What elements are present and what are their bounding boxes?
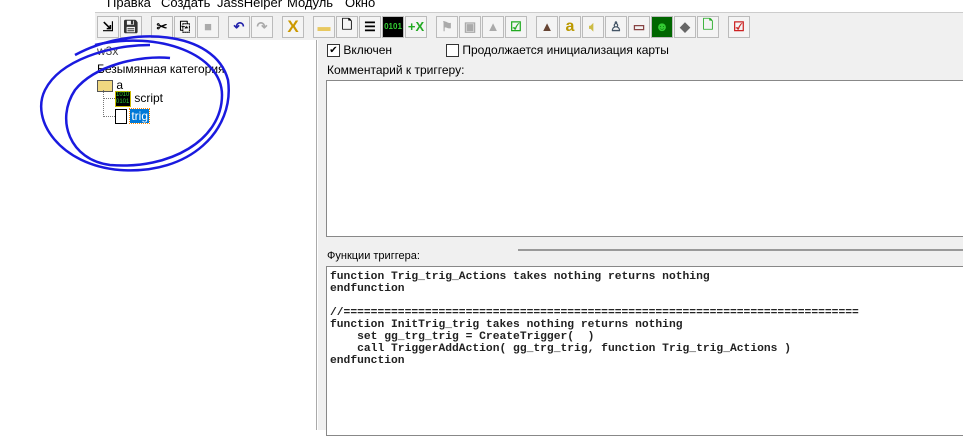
new-comment-icon[interactable]: ☰ — [359, 15, 381, 38]
trigger-panel: ✔ Включен Продолжается инициализация кар… — [318, 40, 963, 436]
functions-label: Функции триггера: — [327, 250, 420, 262]
menu-edit[interactable]: Правка — [107, 0, 151, 10]
init-checkbox[interactable]: Продолжается инициализация карты — [446, 43, 669, 58]
code-line: set gg_trg_trig = CreateTrigger( ) — [330, 331, 595, 343]
object-editor-icon[interactable]: a — [559, 15, 581, 38]
splitter[interactable] — [518, 249, 963, 251]
enabled-checkbox[interactable]: ✔ Включен — [327, 43, 393, 58]
validate-icon[interactable]: ☑ — [728, 15, 750, 38]
ai-icon[interactable]: ☻ — [651, 15, 673, 38]
disabled-icon[interactable]: ▲ — [482, 15, 504, 38]
checkbox-unchecked[interactable] — [446, 44, 459, 58]
export-icon[interactable]: 🗋︎ — [697, 15, 719, 38]
paste-icon[interactable]: ■ — [197, 15, 219, 38]
tree-item-trig[interactable]: trig — [115, 108, 150, 125]
save-icon[interactable]: 💾︎ — [120, 15, 142, 38]
code-text: function Trig_trig_Actions takes nothing… — [330, 271, 962, 367]
tree-root[interactable]: w3x — [97, 44, 118, 58]
code-line: call TriggerAddAction( gg_trg_trig, func… — [330, 343, 791, 355]
flag-icon[interactable]: ⚑ — [436, 15, 458, 38]
terrain-icon[interactable]: ▲ — [536, 15, 558, 38]
comment-label: Комментарий к триггеру: — [327, 63, 465, 77]
code-line: function Trig_trig_Actions takes nothing… — [330, 271, 710, 283]
undo-icon[interactable]: ↶ — [228, 15, 250, 38]
new-script-icon[interactable]: 0101 — [382, 15, 404, 38]
tree-category[interactable]: Безымянная категория — [97, 62, 225, 76]
cut-icon[interactable]: ✂ — [151, 15, 173, 38]
init-label: Продолжается инициализация карты — [462, 43, 669, 57]
folder-label: a — [116, 78, 124, 92]
code-line: endfunction — [330, 355, 405, 367]
test-map-icon[interactable]: ▣ — [459, 15, 481, 38]
trigger-tree: w3x Безымянная категория a 1010 0101 scr… — [95, 40, 317, 430]
checklist-icon[interactable]: ☑ — [505, 15, 527, 38]
menu-window[interactable]: Окно — [345, 0, 375, 10]
menu-bar: Правка Создать JassHelper Модуль Окно — [0, 0, 963, 11]
campaign-icon[interactable]: ▭ — [628, 15, 650, 38]
script-icon: 1010 0101 — [115, 91, 131, 107]
menu-create[interactable]: Создать — [161, 0, 210, 10]
new-variable-icon[interactable]: +X — [405, 15, 427, 38]
code-line: function InitTrig_trig takes nothing ret… — [330, 319, 683, 331]
code-line: endfunction — [330, 283, 405, 295]
menu-jasshelper[interactable]: JassHelper — [217, 0, 282, 10]
trigger-icon — [115, 109, 127, 125]
unit-icon[interactable]: ♙ — [605, 15, 627, 38]
new-trigger-icon[interactable]: 🗋︎ — [336, 15, 358, 38]
copy-icon[interactable]: ⎘ — [174, 15, 196, 38]
import-manager-icon[interactable]: ◆ — [674, 15, 696, 38]
enabled-label: Включен — [343, 43, 393, 57]
delete-icon[interactable]: X — [282, 15, 304, 38]
menu-module[interactable]: Модуль — [287, 0, 333, 10]
tree-item-script[interactable]: 1010 0101 script — [115, 91, 163, 107]
item-label: script — [134, 91, 164, 106]
toolbar: ⇲ 💾︎ ✂ ⎘ ■ ↶ ↷ X ▬ 🗋︎ ☰ 0101 +X ⚑ ▣ ▲ ☑ … — [95, 12, 963, 40]
item-label: trig — [129, 108, 150, 124]
import-icon[interactable]: ⇲ — [97, 15, 119, 38]
sound-icon[interactable]: 🔈︎ — [582, 15, 604, 38]
comment-textarea[interactable] — [326, 80, 963, 237]
code-line: //======================================… — [330, 307, 859, 319]
redo-icon[interactable]: ↷ — [251, 15, 273, 38]
new-category-icon[interactable]: ▬ — [313, 15, 335, 38]
code-editor[interactable]: function Trig_trig_Actions takes nothing… — [326, 266, 963, 436]
checkbox-checked[interactable]: ✔ — [327, 44, 340, 58]
